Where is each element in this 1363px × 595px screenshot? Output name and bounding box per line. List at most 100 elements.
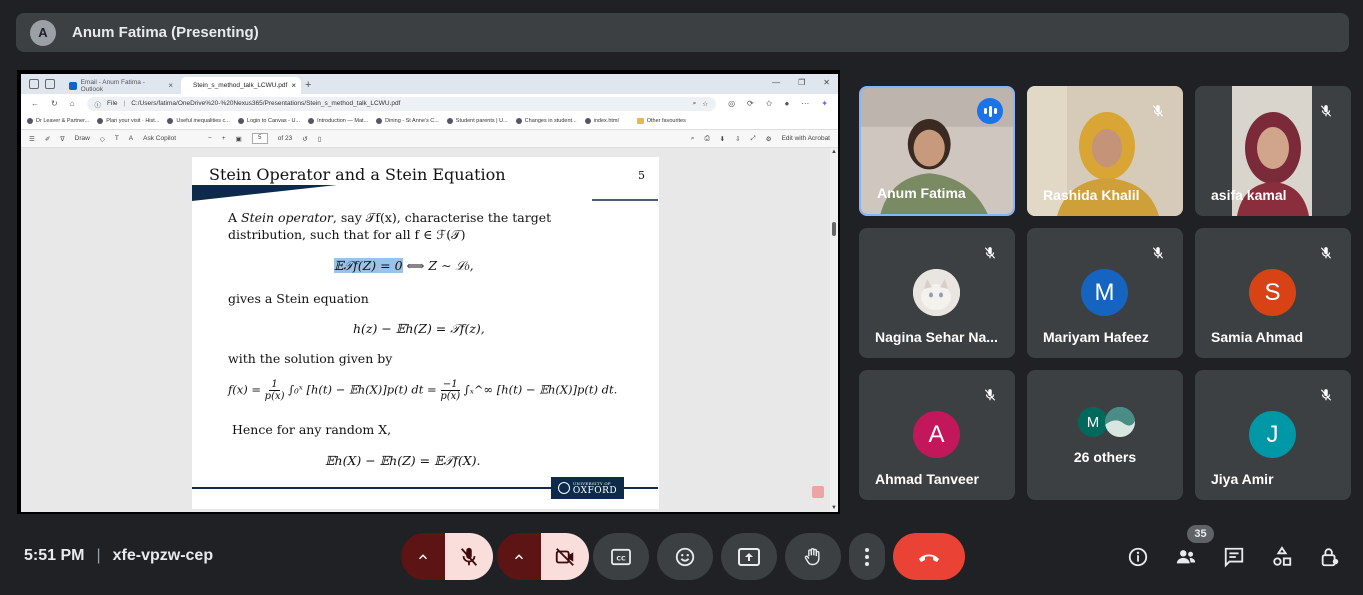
zoom-out-icon: − xyxy=(208,135,212,142)
participant-tile-jiya-amir[interactable]: J Jiya Amir xyxy=(1195,370,1351,500)
participant-tile-ahmad-tanveer[interactable]: A Ahmad Tanveer xyxy=(859,370,1015,500)
settings-icon: ⚙ xyxy=(765,135,772,143)
host-controls-button[interactable] xyxy=(1316,543,1344,571)
info-icon xyxy=(1128,547,1148,567)
read-aloud-icon: A xyxy=(128,135,134,142)
equation-characterisation: 𝔼𝒯f(Z) = 0 ⟺ Z ∼ ℒ₀, xyxy=(334,258,474,273)
scroll-up-icon: ▲ xyxy=(831,149,837,155)
url-field: ⓘ File | C:/Users/fatima/OneDrive%20-%20… xyxy=(86,96,717,111)
mic-off-icon xyxy=(1145,240,1171,266)
avatar: J xyxy=(1249,411,1296,458)
participant-tile-rashida-khalil[interactable]: Rashida Khalil xyxy=(1027,86,1183,216)
chat-icon xyxy=(1224,547,1244,568)
scroll-down-icon: ▼ xyxy=(831,505,837,511)
people-button[interactable] xyxy=(1172,543,1200,571)
chat-button[interactable] xyxy=(1220,543,1248,571)
back-icon: ← xyxy=(31,99,39,108)
activities-button[interactable] xyxy=(1268,543,1296,571)
meeting-controls-bar: 5:51 PM | xfe-vpzw-cep CC 35 xyxy=(0,525,1363,595)
camera-control xyxy=(497,533,589,580)
mic-off-icon xyxy=(1313,240,1339,266)
eraser-icon: ◇ xyxy=(99,135,105,143)
oxford-logo: UNIVERSITY OF OXFORD xyxy=(551,477,624,499)
close-window-icon: ✕ xyxy=(823,78,830,87)
mic-off-icon xyxy=(977,240,1003,266)
title-underline xyxy=(192,185,658,201)
participant-tile-mariyam-hafeez[interactable]: M Mariyam Hafeez xyxy=(1027,228,1183,358)
captions-button[interactable]: CC xyxy=(593,533,649,580)
slide-title: Stein Operator and a Stein Equation xyxy=(209,165,506,184)
close-icon: × xyxy=(291,81,296,90)
url-text: C:/Users/fatima/OneDrive%20-%20Nexus365/… xyxy=(131,100,401,107)
address-bar-row: ← ↻ ⌂ ⓘ File | C:/Users/fatima/OneDrive%… xyxy=(21,94,838,113)
presenter-bar: A Anum Fatima (Presenting) xyxy=(16,13,1349,52)
expand-icon: ⤢ xyxy=(750,134,756,142)
reactions-button[interactable] xyxy=(657,533,713,580)
pdf-toolbar: ☰ ✐ ∇ Draw ◇ T A Ask Copilot − + ▣ 5 of … xyxy=(21,130,838,148)
profile-icon: ● xyxy=(784,99,790,108)
cat-photo-icon xyxy=(913,269,960,316)
avatar xyxy=(913,269,960,316)
info-icon: ⓘ xyxy=(94,101,102,109)
video-options-button[interactable] xyxy=(497,533,541,580)
save-icon: ⬇ xyxy=(719,135,726,143)
minimize-icon: — xyxy=(772,78,781,87)
participant-tile-anum-fatima[interactable]: Anum Fatima xyxy=(859,86,1015,216)
slide-number: 5 xyxy=(638,169,645,182)
lock-person-icon xyxy=(1321,548,1339,567)
favorite-star-icon: ☆ xyxy=(702,100,709,108)
browser-tab-strip: Email - Anum Fatima - Outlook × Stein_s_… xyxy=(21,74,838,94)
tab-actions-icon xyxy=(29,79,39,89)
avatar: M xyxy=(1081,269,1128,316)
refresh-sync-icon: ⟳ xyxy=(747,99,754,108)
window-controls: — ❐ ✕ xyxy=(772,78,830,87)
favorites-icon: ✩ xyxy=(765,99,773,108)
participant-tile-samia-ahmad[interactable]: S Samia Ahmad xyxy=(1195,228,1351,358)
meeting-details-button[interactable] xyxy=(1124,543,1152,571)
avatar: A xyxy=(913,411,960,458)
emoji-icon xyxy=(675,547,695,566)
workspaces-icon xyxy=(45,79,55,89)
highlight-icon: ✐ xyxy=(44,135,51,143)
hand-icon xyxy=(804,547,820,565)
new-tab-icon: + xyxy=(305,79,312,91)
participant-tile-others[interactable]: M 26 others xyxy=(1027,370,1183,500)
mic-off-icon xyxy=(1313,98,1339,124)
equation-solution: f(x) = 1 p(x) ∫₀ˣ [h(t) − 𝔼h(X)]p(t) dt =… xyxy=(228,379,618,402)
camera-toggle-button[interactable] xyxy=(541,533,589,580)
pdf-scrollbar: ▲ ▼ xyxy=(830,148,838,512)
mic-off-icon xyxy=(1145,98,1171,124)
present-screen-button[interactable] xyxy=(721,533,777,580)
participant-tile-asifa-kamal[interactable]: asifa kamal xyxy=(1195,86,1351,216)
extension-icon: ◎ xyxy=(728,99,736,108)
print-icon: ⎙ xyxy=(704,134,710,142)
leave-call-button[interactable] xyxy=(893,533,965,580)
tab-pdf: Stein_s_method_talk_LCWU.pdf × xyxy=(181,77,301,94)
pdf-viewer: Stein Operator and a Stein Equation 5 A … xyxy=(21,148,838,512)
presenter-avatar: A xyxy=(30,19,56,46)
equation-conclusion: 𝔼h(X) − 𝔼h(Z) = 𝔼𝒯f(X). xyxy=(325,453,481,468)
chevron-up-icon xyxy=(418,553,428,559)
participant-tile-nagina-sehar[interactable]: Nagina Sehar Na... xyxy=(859,228,1015,358)
more-icon: ⋯ xyxy=(801,99,810,108)
outlook-icon xyxy=(69,81,77,90)
home-icon: ⌂ xyxy=(69,99,75,108)
slide-page: Stein Operator and a Stein Equation 5 A … xyxy=(192,157,659,509)
microphone-toggle-button[interactable] xyxy=(445,533,493,580)
text-icon: T xyxy=(114,135,119,142)
captions-icon: CC xyxy=(611,548,631,565)
raise-hand-button[interactable] xyxy=(785,533,841,580)
restore-icon: ❐ xyxy=(798,78,806,87)
page-number-field: 5 xyxy=(251,133,268,144)
present-icon xyxy=(738,547,760,566)
mic-off-icon xyxy=(1313,382,1339,408)
bookmarks-bar: Dr Leaver & Partner... Plan your visit ·… xyxy=(21,113,838,130)
shapes-icon xyxy=(1273,546,1292,566)
meeting-info: 5:51 PM | xfe-vpzw-cep xyxy=(24,547,214,564)
audio-options-button[interactable] xyxy=(401,533,445,580)
chevron-up-icon xyxy=(514,553,524,559)
search-icon: ⌕ xyxy=(690,134,695,142)
equation-stein: h(z) − 𝔼h(Z) = 𝒯f(z), xyxy=(353,321,485,336)
presenter-title: Anum Fatima (Presenting) xyxy=(72,24,259,41)
more-options-button[interactable] xyxy=(849,533,885,580)
